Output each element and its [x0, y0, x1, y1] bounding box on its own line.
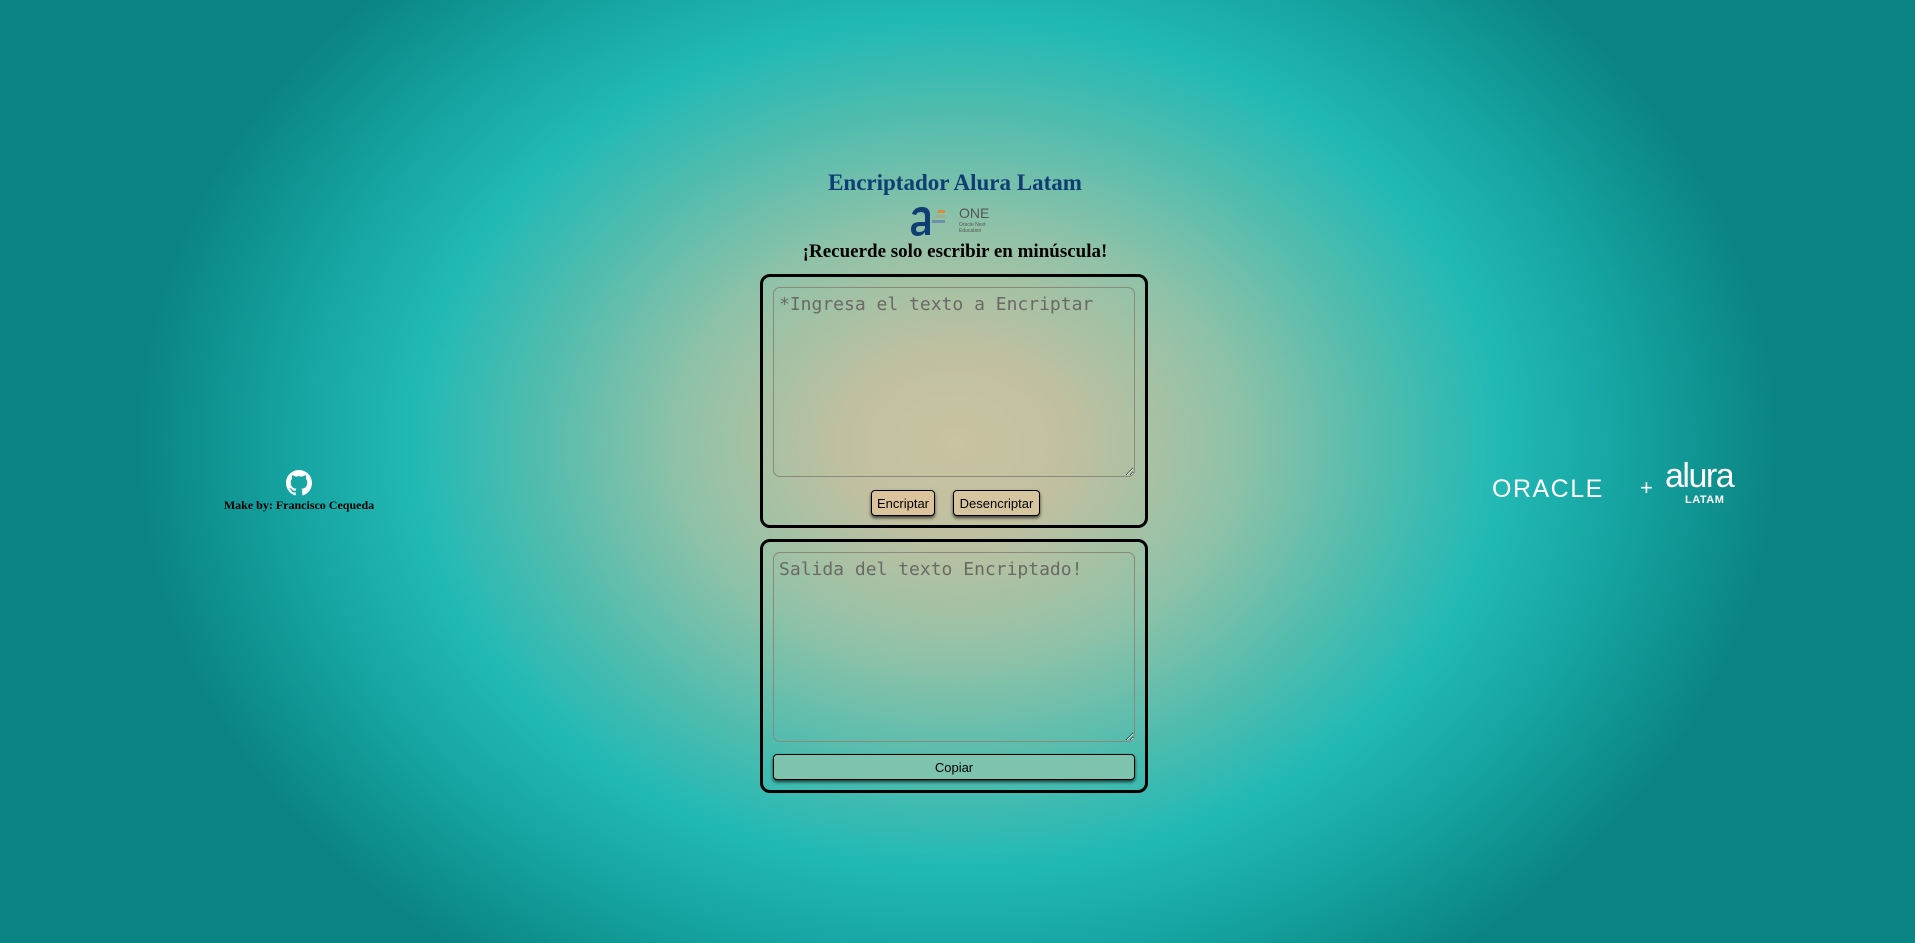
latam-logo-text: LATAM — [1685, 494, 1725, 506]
encrypt-button[interactable]: Encriptar — [871, 490, 935, 516]
one-logo-text: ONE — [959, 205, 990, 221]
decrypt-button[interactable]: Desencriptar — [953, 490, 1040, 516]
lowercase-reminder: ¡Recuerde solo escribir en minúscula! — [802, 241, 1108, 262]
author-credit: Make by: Francisco Cequeda — [214, 470, 384, 513]
oracle-logo-text: ORACLE — [1492, 475, 1604, 503]
copy-button[interactable]: Copiar — [773, 754, 1135, 780]
input-textarea[interactable] — [773, 287, 1135, 477]
github-icon[interactable] — [286, 470, 312, 496]
one-logo: ONE Oracle Next Education — [908, 202, 998, 240]
input-panel: Encriptar Desencriptar — [760, 274, 1148, 528]
credit-text: Make by: Francisco Cequeda — [223, 498, 375, 512]
output-panel: Copiar — [760, 539, 1148, 793]
logo-plus: + — [1640, 475, 1653, 500]
encryptor-app: Encriptador Alura Latam ONE Oracle Next … — [760, 168, 1150, 793]
alura-logo-text: alura — [1665, 457, 1735, 495]
output-textarea[interactable] — [773, 552, 1135, 742]
oracle-alura-logo: ORACLE + alura LATAM — [1492, 457, 1735, 510]
page-title: Encriptador Alura Latam — [828, 170, 1082, 195]
one-logo-subtext-2: Education — [959, 228, 982, 234]
